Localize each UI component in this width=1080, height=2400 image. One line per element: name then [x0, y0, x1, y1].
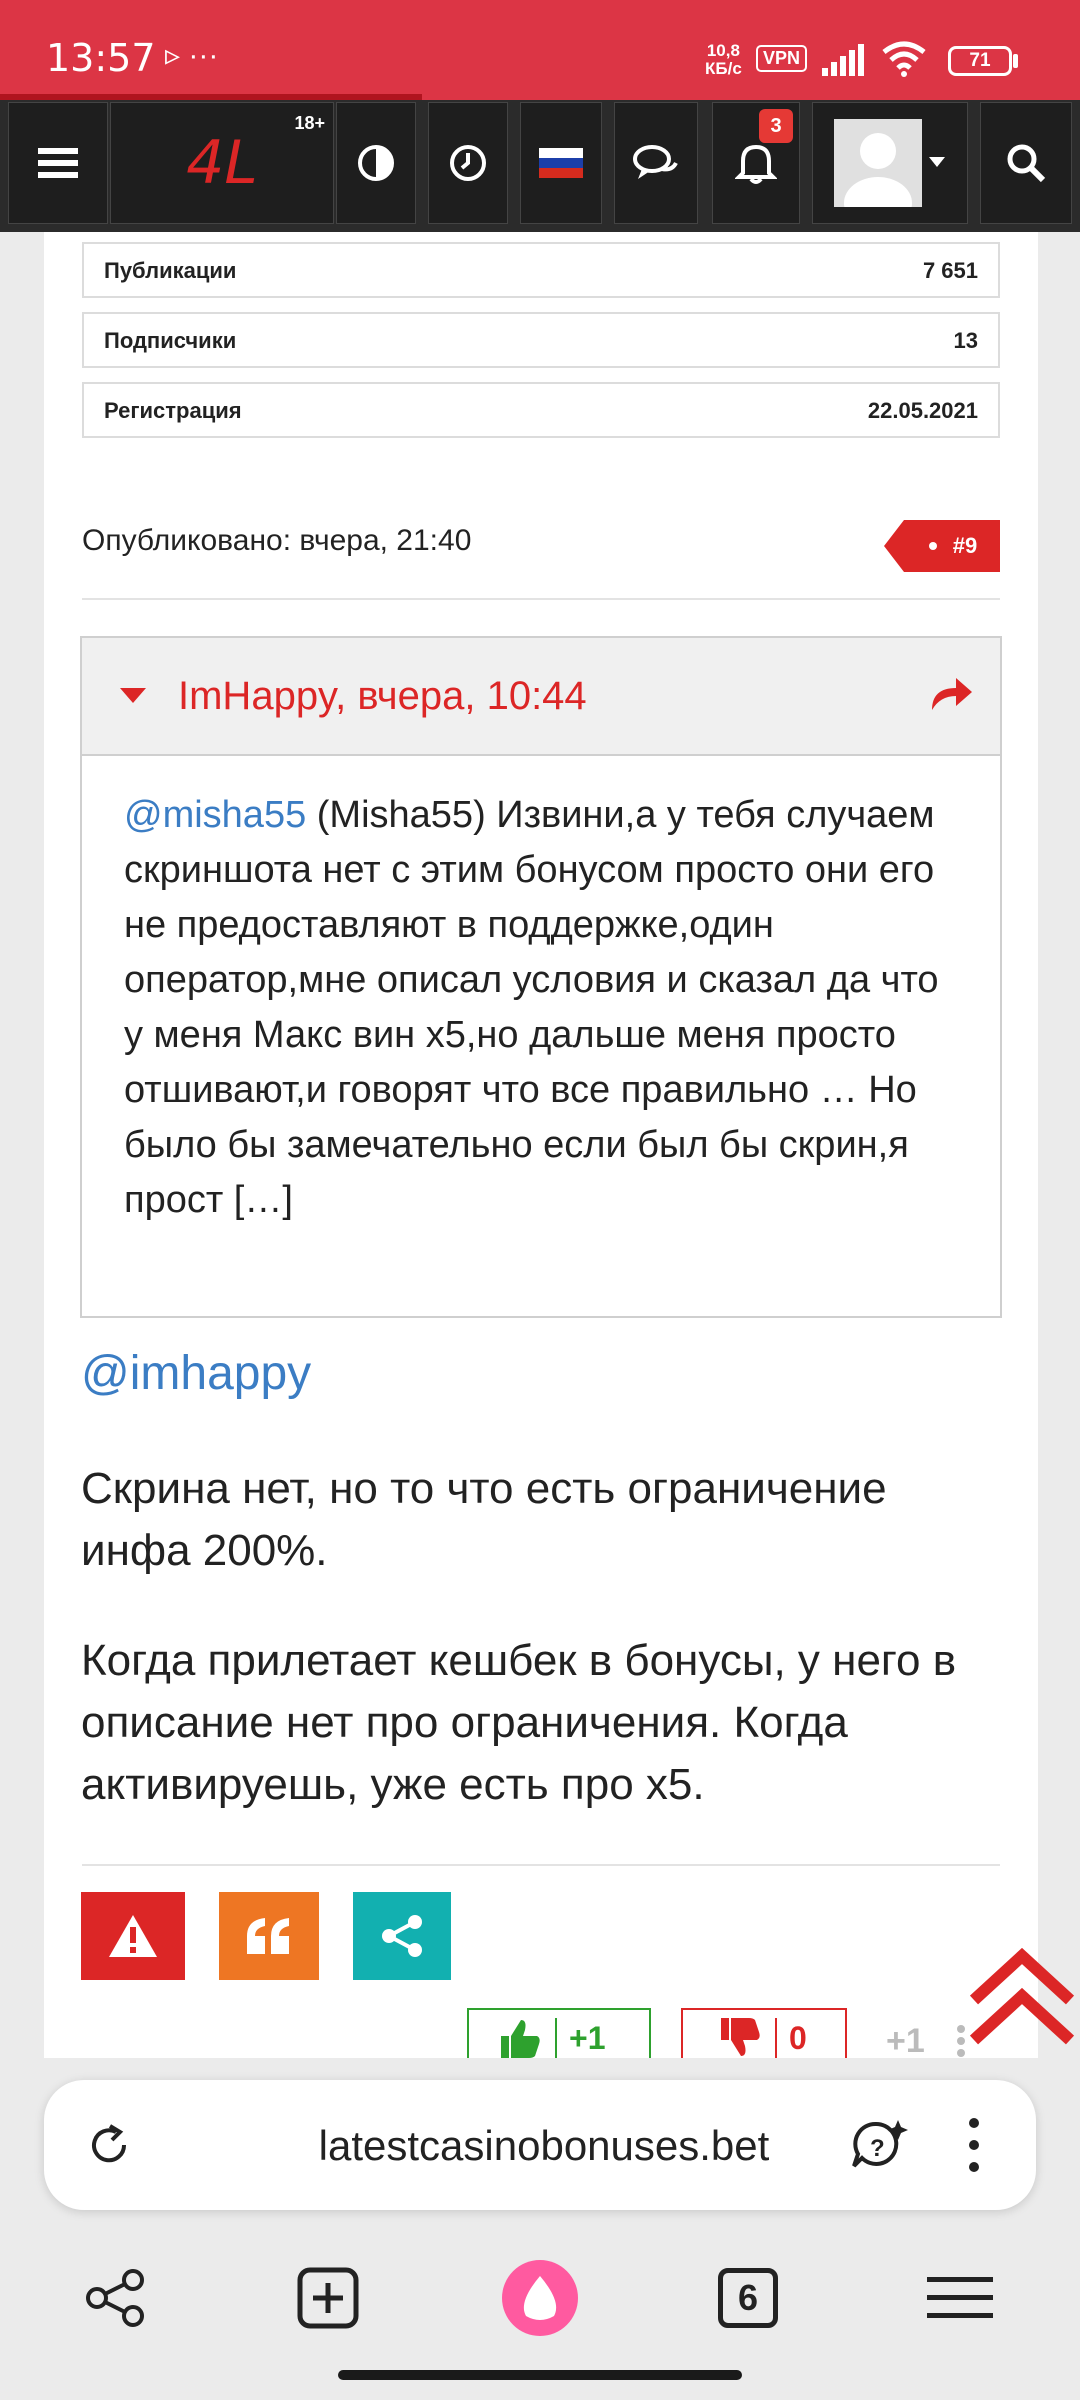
quote-author[interactable]: ImHappy, вчера, 10:44	[178, 674, 587, 719]
post-paragraph: Скрина нет, но то что есть ограниче­ние …	[81, 1464, 887, 1575]
stat-value: 7 651	[922, 258, 978, 283]
hamburger-icon	[38, 148, 78, 178]
user-menu-button[interactable]	[812, 102, 968, 224]
collapse-caret-icon[interactable]	[120, 688, 146, 703]
dislike-count: 0	[789, 2019, 807, 2056]
post-date: Опубликовано: вчера, 21:40	[82, 524, 472, 557]
status-bar: 13:57 ▹ ··· 10,8 КБ/с VPN 71	[0, 0, 1080, 100]
notification-badge: 3	[759, 109, 793, 143]
language-button[interactable]	[520, 102, 602, 224]
share-icon	[86, 2269, 144, 2327]
chevron-down-icon	[929, 157, 945, 167]
browser-menu-button[interactable]	[920, 2258, 1000, 2338]
more-options-icon[interactable]	[956, 2024, 966, 2058]
share-icon	[382, 1915, 422, 1957]
quote-body-text: (Misha55) Извини,а у тебя слу­чаем скрин…	[124, 794, 939, 1221]
reload-icon[interactable]	[86, 2122, 132, 2168]
report-button[interactable]	[81, 1892, 185, 1980]
user-placeholder-icon	[844, 133, 912, 207]
stat-label: Подписчики	[104, 328, 237, 353]
url-text[interactable]: latestcasinobonuses.bet	[264, 2122, 824, 2170]
warning-icon	[109, 1915, 157, 1957]
vpn-icon: VPN	[756, 45, 808, 72]
reply-mention-link[interactable]: @imhappy	[81, 1346, 311, 1401]
quote-block: ImHappy, вчера, 10:44 @misha55 (Misha55)…	[80, 636, 1002, 1318]
network-speed-unit: КБ/с	[705, 59, 742, 78]
thumbs-down-icon	[721, 2018, 760, 2056]
address-bar[interactable]: latestcasinobonuses.bet ?	[44, 2080, 1036, 2210]
stat-label: Публикации	[104, 258, 237, 283]
contrast-icon	[358, 145, 394, 181]
post-number: #9	[952, 533, 978, 558]
battery-tip	[1013, 54, 1018, 68]
quote-text: @misha55 (Misha55) Извини,а у тебя слу­ч…	[124, 788, 964, 1228]
clock-icon	[450, 145, 486, 181]
dot-icon	[928, 542, 937, 550]
post-container: Публикации 7 651 Подписчики 13 Регистрац…	[44, 232, 1038, 2058]
dislike-button[interactable]: 0	[681, 2008, 847, 2058]
stat-value: 13	[953, 328, 978, 353]
status-notification-icons: ▹ ···	[165, 39, 219, 72]
vote-separator	[775, 2018, 777, 2058]
quote-icon	[247, 1918, 289, 1954]
browser-menu-icon[interactable]	[969, 2118, 979, 2172]
stat-row-registration: Регистрация 22.05.2021	[82, 382, 1000, 438]
post-paragraph: Когда прилетает кешбек в бонусы, у него …	[81, 1636, 957, 1809]
assistant-help-icon[interactable]: ?	[850, 2118, 910, 2174]
divider	[82, 598, 1000, 600]
recent-button[interactable]	[428, 102, 508, 224]
age-label: 18+	[294, 113, 325, 133]
gesture-home-bar[interactable]	[338, 2370, 742, 2380]
notifications-button[interactable]: 3	[712, 102, 800, 224]
plus-square-icon	[297, 2267, 359, 2329]
status-time: 13:57	[46, 36, 156, 80]
menu-button[interactable]	[8, 102, 108, 224]
wifi-icon	[882, 41, 926, 77]
avatar	[834, 119, 922, 207]
browser-bottom-bar: latestcasinobonuses.bet ? 6	[0, 2058, 1080, 2400]
bell-icon	[735, 144, 777, 184]
tab-count: 6	[718, 2268, 778, 2328]
stat-row-publications: Публикации 7 651	[82, 242, 1000, 298]
jump-to-quote-icon[interactable]	[928, 672, 974, 712]
stat-value: 22.05.2021	[867, 398, 978, 423]
new-tab-button[interactable]	[288, 2258, 368, 2338]
share-button[interactable]	[353, 1892, 451, 1980]
theme-toggle-button[interactable]	[336, 102, 416, 224]
search-button[interactable]	[980, 102, 1072, 224]
russian-flag-icon	[539, 148, 583, 178]
alice-assistant-button[interactable]	[500, 2258, 580, 2338]
quote-mention-link[interactable]: @misha55	[124, 794, 306, 836]
logo-text: 4L	[186, 128, 258, 198]
like-count: +1	[569, 2019, 606, 2056]
alice-icon	[502, 2260, 578, 2336]
like-button[interactable]: +1	[467, 2008, 651, 2058]
thumbs-up-icon	[501, 2020, 540, 2058]
messages-button[interactable]	[614, 102, 698, 224]
signal-icon	[822, 44, 864, 76]
scroll-to-top-icon[interactable]	[968, 1948, 1076, 2048]
stat-label: Регистрация	[104, 398, 242, 423]
search-icon	[1007, 144, 1046, 183]
network-speed-value: 10,8	[706, 41, 740, 60]
hamburger-icon	[927, 2277, 993, 2318]
tabs-button[interactable]: 6	[708, 2258, 788, 2338]
post-number-link[interactable]: #9	[884, 520, 1000, 572]
battery-icon: 71	[948, 46, 1012, 76]
quote-header[interactable]: ImHappy, вчера, 10:44	[82, 638, 1000, 756]
site-header: 4L 18+ 3	[0, 100, 1080, 232]
site-logo[interactable]: 4L 18+	[110, 102, 334, 224]
post-score: +1	[886, 2022, 925, 2058]
vote-separator	[555, 2018, 557, 2058]
stat-row-subscribers: Подписчики 13	[82, 312, 1000, 368]
quote-button[interactable]	[219, 1892, 319, 1980]
divider	[82, 1864, 1000, 1866]
share-nav-button[interactable]	[76, 2258, 156, 2338]
network-speed: 10,8 КБ/с	[705, 42, 742, 78]
chat-icon	[633, 145, 678, 179]
svg-text:?: ?	[870, 2135, 885, 2162]
